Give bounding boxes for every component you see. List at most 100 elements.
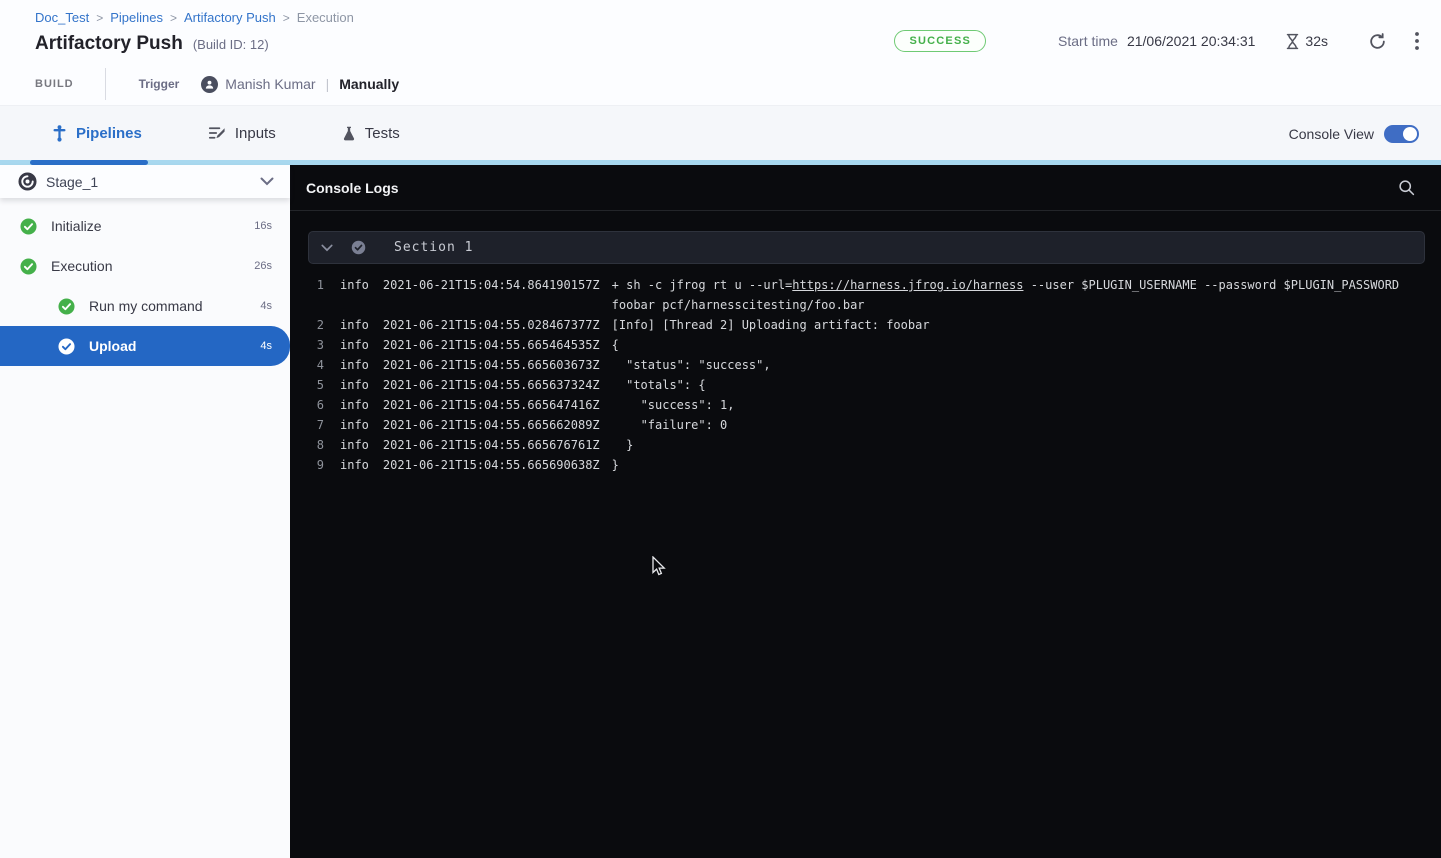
log-timestamp: 2021-06-21T15:04:55.665690638Z (383, 455, 600, 475)
divider: | (326, 76, 330, 92)
stage-icon (18, 172, 37, 191)
step-duration: 4s (260, 340, 272, 352)
tab-inputs[interactable]: Inputs (208, 125, 276, 142)
log-level: info (340, 375, 369, 395)
log-message: } (612, 435, 1425, 455)
log-line-number: 5 (308, 375, 324, 395)
log-line: 2 info 2021-06-21T15:04:55.028467377Z [I… (290, 315, 1441, 335)
start-time-value: 21/06/2021 20:34:31 (1127, 33, 1255, 49)
toggle-knob (1403, 127, 1417, 141)
inputs-icon (208, 125, 226, 141)
tab-label: Pipelines (76, 125, 142, 142)
breadcrumb-doc-test[interactable]: Doc_Test (35, 10, 89, 25)
sidebar-step[interactable]: Run my command 4s (0, 286, 290, 326)
tab-tests[interactable]: Tests (342, 125, 400, 142)
console-view-toggle[interactable] (1384, 125, 1419, 143)
page-title: Artifactory Push (35, 33, 183, 55)
log-line: 8 info 2021-06-21T15:04:55.665676761Z } (290, 435, 1441, 455)
step-duration: 4s (260, 300, 272, 312)
log-level: info (340, 455, 369, 475)
trigger-user-name: Manish Kumar (225, 76, 315, 92)
console-view-label: Console View (1289, 126, 1374, 142)
more-options-button[interactable] (1415, 32, 1419, 50)
refresh-button[interactable] (1368, 32, 1387, 51)
flask-icon (342, 125, 356, 141)
log-link[interactable]: https://harness.jfrog.io/harness (792, 278, 1023, 292)
log-line-number: 2 (308, 315, 324, 335)
log-message: "failure": 0 (612, 415, 1425, 435)
sidebar-step[interactable]: Initialize 16s (0, 206, 290, 246)
stage-name: Stage_1 (46, 174, 260, 190)
step-success-icon (58, 298, 75, 315)
log-line-number: 1 (308, 275, 324, 295)
log-level: info (340, 275, 369, 295)
tab-bar: Pipelines Inputs Tests Console View (0, 105, 1441, 160)
chevron-down-icon[interactable] (321, 244, 333, 252)
step-duration: 16s (254, 220, 272, 232)
breadcrumb-pipelines[interactable]: Pipelines (110, 10, 163, 25)
log-line: 5 info 2021-06-21T15:04:55.665637324Z "t… (290, 375, 1441, 395)
log-level: info (340, 355, 369, 375)
build-id-label: (Build ID: 12) (193, 37, 269, 52)
log-message: } (612, 455, 1425, 475)
log-timestamp: 2021-06-21T15:04:55.665603673Z (383, 355, 600, 375)
step-name: Execution (51, 258, 254, 274)
log-message: [Info] [Thread 2] Uploading artifact: fo… (612, 315, 1425, 335)
log-level: info (340, 335, 369, 355)
log-line-number: 3 (308, 335, 324, 355)
step-duration: 26s (254, 260, 272, 272)
log-timestamp: 2021-06-21T15:04:55.665676761Z (383, 435, 600, 455)
log-line: 4 info 2021-06-21T15:04:55.665603673Z "s… (290, 355, 1441, 375)
section-success-icon (351, 240, 366, 255)
breadcrumb: Doc_Test > Pipelines > Artifactory Push … (35, 10, 1441, 25)
log-line: 7 info 2021-06-21T15:04:55.665662089Z "f… (290, 415, 1441, 435)
step-success-icon (20, 258, 37, 275)
log-message: + sh -c jfrog rt u --url=https://harness… (612, 275, 1425, 315)
start-time-label: Start time (1058, 33, 1118, 49)
log-message: "status": "success", (612, 355, 1425, 375)
divider (105, 68, 106, 100)
sidebar-step[interactable]: Upload 4s (0, 326, 290, 366)
section-label: Section 1 (394, 240, 473, 255)
step-success-icon (20, 218, 37, 235)
sidebar-step[interactable]: Execution 26s (0, 246, 290, 286)
breadcrumb-separator: > (96, 11, 103, 25)
duration-value: 32s (1305, 33, 1328, 49)
log-line: 3 info 2021-06-21T15:04:55.665464535Z { (290, 335, 1441, 355)
pipeline-icon (52, 125, 67, 142)
step-name: Upload (89, 338, 260, 354)
trigger-type-label: Manually (339, 76, 399, 92)
log-timestamp: 2021-06-21T15:04:55.028467377Z (383, 315, 600, 335)
log-timestamp: 2021-06-21T15:04:54.864190157Z (383, 275, 600, 295)
status-badge: SUCCESS (894, 30, 986, 52)
log-output: 1 info 2021-06-21T15:04:54.864190157Z + … (290, 275, 1441, 475)
log-line-number: 6 (308, 395, 324, 415)
console-panel: Console Logs Section 1 1 info 2021-06-21… (290, 165, 1441, 858)
log-line: 9 info 2021-06-21T15:04:55.665690638Z } (290, 455, 1441, 475)
log-line-number: 9 (308, 455, 324, 475)
log-line: 6 info 2021-06-21T15:04:55.665647416Z "s… (290, 395, 1441, 415)
page-header: Doc_Test > Pipelines > Artifactory Push … (0, 0, 1441, 105)
user-avatar-icon (201, 76, 218, 93)
log-level: info (340, 435, 369, 455)
log-section-header[interactable]: Section 1 (308, 231, 1425, 264)
log-timestamp: 2021-06-21T15:04:55.665464535Z (383, 335, 600, 355)
step-success-icon (58, 338, 75, 355)
log-line-number: 8 (308, 435, 324, 455)
log-message: "totals": { (612, 375, 1425, 395)
stage-selector[interactable]: Stage_1 (0, 165, 290, 198)
execution-sidebar: Stage_1 Initialize 16s Execution 26s Run… (0, 165, 290, 858)
tab-pipelines[interactable]: Pipelines (52, 125, 142, 142)
log-timestamp: 2021-06-21T15:04:55.665647416Z (383, 395, 600, 415)
log-message: "success": 1, (612, 395, 1425, 415)
log-level: info (340, 415, 369, 435)
step-list: Initialize 16s Execution 26s Run my comm… (0, 198, 290, 366)
console-logs-title: Console Logs (306, 180, 1398, 196)
hourglass-icon (1285, 33, 1300, 50)
chevron-down-icon[interactable] (260, 177, 274, 186)
breadcrumb-artifactory-push[interactable]: Artifactory Push (184, 10, 276, 25)
breadcrumb-separator: > (283, 11, 290, 25)
search-icon[interactable] (1398, 179, 1415, 196)
log-level: info (340, 315, 369, 335)
step-name: Run my command (89, 298, 260, 314)
